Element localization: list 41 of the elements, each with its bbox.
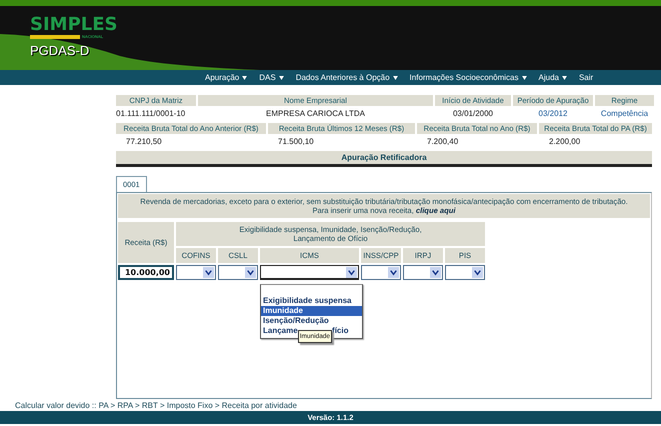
section-title: Apuração Retificadora bbox=[116, 151, 652, 164]
select-field[interactable] bbox=[260, 265, 359, 280]
dropdown-option[interactable]: Exigibilidade suspensa bbox=[261, 296, 362, 306]
menu-item[interactable]: Apuração bbox=[205, 73, 248, 82]
info-value: EMPRESA CARIOCA LTDA bbox=[265, 108, 366, 120]
menu-item[interactable]: Sair bbox=[578, 73, 594, 82]
menu-item[interactable]: Dados Anteriores à Opção bbox=[296, 73, 398, 82]
caret-icon bbox=[242, 76, 248, 80]
info-value: 2.200,00 bbox=[548, 136, 582, 148]
menu-item[interactable]: DAS bbox=[259, 73, 284, 82]
dropdown-arrow-icon bbox=[430, 267, 441, 278]
caret-icon bbox=[562, 76, 567, 80]
menu-item[interactable]: Informações Socioeconômicas bbox=[410, 73, 526, 82]
caret-icon bbox=[278, 76, 284, 80]
info-link[interactable]: 03/2012 bbox=[513, 107, 593, 120]
info-link[interactable]: Competência bbox=[595, 107, 654, 120]
info-value: 71.500,10 bbox=[277, 136, 315, 148]
app-name: PGDAS-D bbox=[30, 43, 90, 58]
dropdown-arrow-icon bbox=[203, 267, 214, 278]
select-field[interactable] bbox=[403, 265, 443, 280]
select-field[interactable] bbox=[176, 265, 216, 280]
logo-text: SIMPLES bbox=[30, 16, 118, 34]
dropdown-arrow-icon bbox=[245, 267, 256, 278]
dropdown-arrow-icon bbox=[472, 267, 483, 278]
logo-bar bbox=[30, 34, 80, 38]
select-field[interactable] bbox=[218, 265, 258, 280]
dropdown-arrow-icon bbox=[388, 267, 399, 278]
breadcrumb: Calcular valor devido :: PA > RPA > RBT > Imposto Fixo > Receita por atividade bbox=[15, 401, 297, 410]
dropdown-arrow-icon bbox=[346, 266, 357, 278]
receita-input[interactable]: 10.000,00 bbox=[118, 265, 174, 280]
caret-icon bbox=[522, 76, 526, 80]
dropdown-option[interactable]: Imunidade bbox=[261, 306, 362, 316]
caret-icon bbox=[392, 76, 398, 80]
info-value: 77.210,50 bbox=[125, 136, 163, 148]
dropdown-option[interactable]: Isenção/Redução bbox=[261, 316, 362, 326]
select-field[interactable] bbox=[445, 265, 485, 280]
menu-item[interactable]: Ajuda bbox=[538, 73, 567, 82]
info-value: 7.200,40 bbox=[426, 136, 460, 148]
info-value: 03/01/2000 bbox=[452, 108, 494, 120]
select-field[interactable] bbox=[361, 265, 401, 280]
info-value: 01.111.111/0001-10 bbox=[116, 108, 186, 120]
